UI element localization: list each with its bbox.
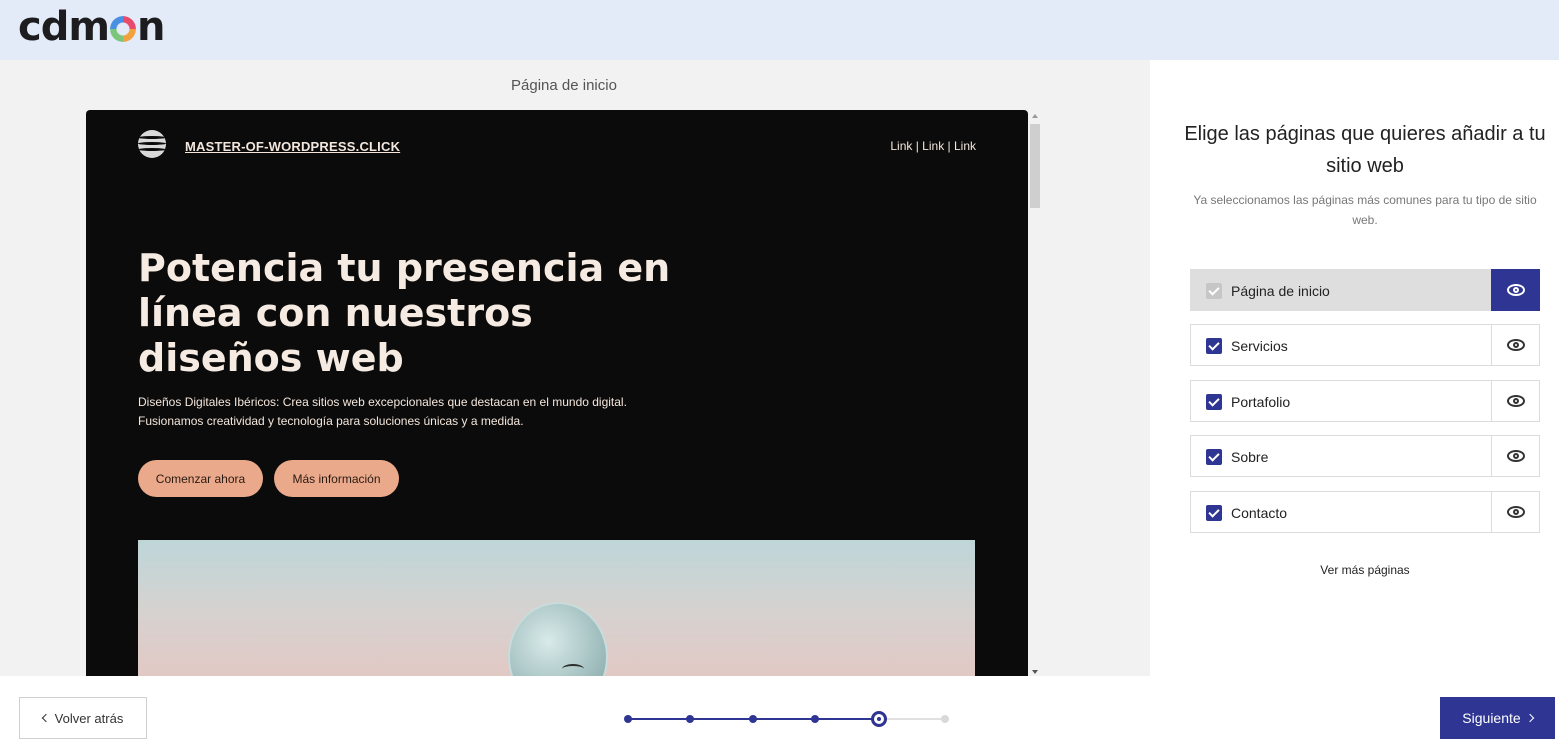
hero-description-line-2: Fusionamos creatividad y tecnología para… (138, 414, 524, 428)
checkbox-sobre[interactable] (1206, 449, 1222, 465)
preview-contacto-button[interactable] (1491, 491, 1540, 533)
eye-icon (1506, 506, 1525, 518)
step-dot-1 (624, 715, 632, 723)
eye-icon (1506, 339, 1525, 351)
step-dot-4 (811, 715, 819, 723)
page-label: Sobre (1231, 449, 1269, 465)
step-dot-3 (749, 715, 757, 723)
page-label: Servicios (1231, 338, 1288, 354)
back-button-label: Volver atrás (54, 710, 124, 726)
preview-sobre-button[interactable] (1491, 435, 1540, 477)
page-label: Página de inicio (1231, 283, 1330, 299)
page-label: Portafolio (1231, 394, 1291, 410)
page-preview-frame[interactable]: MASTER-OF-WORDPRESS.CLICK Link | Link | … (86, 110, 1028, 676)
site-nav-links: Link | Link | Link (890, 139, 976, 153)
cdmon-logo[interactable]: cdm n (18, 4, 166, 50)
hero-image (138, 540, 975, 676)
next-button-label: Siguiente (1462, 710, 1521, 726)
hero-description: Diseños Digitales Ibéricos: Crea sitios … (138, 393, 698, 431)
page-label: Contacto (1231, 505, 1288, 521)
preview-inicio-button[interactable] (1491, 269, 1540, 311)
eye-icon (1506, 284, 1525, 296)
stepper-track-remaining (881, 718, 945, 720)
logo-text-end: n (137, 4, 166, 50)
page-selection-panel: Elige las páginas que quieres añadir a t… (1150, 60, 1559, 676)
step-dot-6 (941, 715, 949, 723)
chevron-left-icon (41, 713, 50, 723)
step-dot-2 (686, 715, 694, 723)
site-logo-icon (138, 130, 166, 158)
page-row-portafolio[interactable]: Portafolio (1190, 380, 1540, 422)
preview-servicios-button[interactable] (1491, 324, 1540, 366)
hero-secondary-button: Más información (274, 460, 399, 497)
hero-title: Potencia tu presencia en línea con nuest… (138, 246, 671, 380)
step-dot-5-current (871, 711, 887, 727)
preview-portafolio-button[interactable] (1491, 380, 1540, 422)
page-row-contacto[interactable]: Contacto (1190, 491, 1540, 533)
checkbox-portafolio[interactable] (1206, 394, 1222, 410)
page-row-inicio[interactable]: Página de inicio (1190, 269, 1540, 311)
site-name: MASTER-OF-WORDPRESS.CLICK (185, 139, 401, 154)
chevron-right-icon (1525, 713, 1534, 723)
panel-subtitle: Ya seleccionamos las páginas más comunes… (1193, 193, 1537, 227)
page-row-sobre[interactable]: Sobre (1190, 435, 1540, 477)
hero-primary-button: Comenzar ahora (138, 460, 263, 497)
checkbox-inicio[interactable] (1206, 283, 1222, 299)
preview-scrollbar[interactable] (1029, 112, 1042, 674)
lightbulb-image (508, 602, 608, 676)
checkbox-servicios[interactable] (1206, 338, 1222, 354)
checkbox-contacto[interactable] (1206, 505, 1222, 521)
panel-title: Elige las páginas que quieres añadir a t… (1184, 123, 1546, 177)
preview-title: Página de inicio (511, 77, 617, 94)
progress-stepper (620, 711, 960, 727)
see-more-pages-link[interactable]: Ver más páginas (1190, 563, 1540, 577)
logo-text-start: cdm (18, 4, 110, 50)
preview-area: Página de inicio MASTER-OF-WORDPRESS.CLI… (0, 60, 1150, 676)
next-button[interactable]: Siguiente (1440, 697, 1555, 739)
eye-icon (1506, 450, 1525, 462)
logo-colored-o-icon (110, 16, 137, 42)
footer-bar: Volver atrás Siguiente (0, 676, 1559, 742)
top-bar: cdm n (0, 0, 1559, 60)
scroll-down-icon[interactable] (1032, 670, 1038, 674)
back-button[interactable]: Volver atrás (19, 697, 147, 739)
scroll-up-icon[interactable] (1032, 114, 1038, 118)
page-row-servicios[interactable]: Servicios (1190, 324, 1540, 366)
hero-description-line-1: Diseños Digitales Ibéricos: Crea sitios … (138, 395, 627, 409)
eye-icon (1506, 395, 1525, 407)
scroll-thumb[interactable] (1030, 124, 1040, 208)
